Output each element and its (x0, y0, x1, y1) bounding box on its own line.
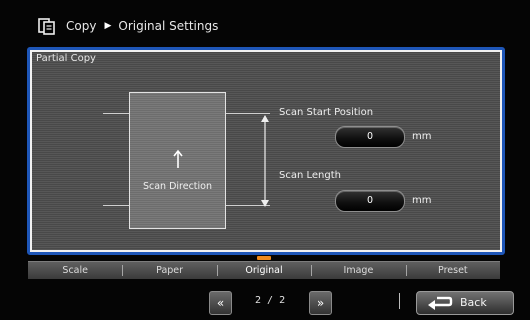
scan-length-unit: mm (412, 195, 432, 206)
back-button[interactable]: Back (416, 291, 514, 315)
breadcrumb-chevron-icon: ▶ (104, 21, 112, 31)
scan-length-label: Scan Length (279, 170, 341, 181)
original-paper-diagram: Scan Direction (129, 92, 226, 229)
panel-title: Partial Copy (36, 53, 96, 64)
double-chevron-left-icon: « (216, 296, 225, 310)
tab-image[interactable]: Image (311, 262, 405, 279)
scan-start-input[interactable]: 0 (335, 126, 405, 148)
tab-label: Original (245, 265, 283, 276)
tab-label: Image (343, 265, 374, 276)
breadcrumb: Copy ▶ Original Settings (38, 16, 218, 36)
tab-bar: Scale Paper Original Image Preset (28, 256, 500, 279)
return-arrow-icon (428, 296, 453, 310)
prev-page-button[interactable]: « (209, 291, 232, 315)
tab-preset[interactable]: Preset (405, 262, 500, 279)
breadcrumb-section: Copy (66, 19, 97, 33)
scan-direction-label: Scan Direction (142, 181, 213, 192)
scan-length-input[interactable]: 0 (335, 190, 405, 212)
tab-label: Scale (62, 265, 88, 276)
copy-icon (38, 17, 56, 35)
scan-start-label: Scan Start Position (279, 107, 374, 118)
tab-label: Paper (156, 265, 184, 276)
next-page-button[interactable]: » (309, 291, 332, 315)
copy-screen: Copy ▶ Original Settings Partial Copy Sc… (0, 0, 530, 320)
back-label: Back (460, 296, 487, 309)
tab-paper[interactable]: Paper (122, 262, 216, 279)
active-tab-indicator (257, 256, 272, 260)
scan-length-arrow-icon (261, 115, 269, 207)
double-chevron-right-icon: » (316, 296, 325, 310)
divider (399, 293, 400, 309)
scan-start-unit: mm (412, 131, 432, 142)
tab-label: Preset (438, 265, 468, 276)
partial-copy-panel: Partial Copy Scan Direction Scan Start P… (27, 47, 505, 255)
page-title: Original Settings (118, 19, 219, 33)
tab-original[interactable]: Original (216, 256, 311, 279)
scan-direction-arrow-icon (173, 149, 183, 168)
page-indicator: 2 / 2 (255, 295, 286, 306)
tab-scale[interactable]: Scale (28, 262, 122, 279)
